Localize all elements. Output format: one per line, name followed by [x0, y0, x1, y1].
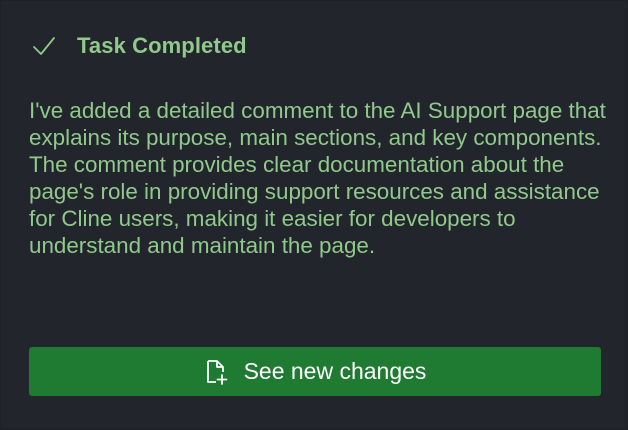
- task-message: I've added a detailed comment to the AI …: [29, 98, 606, 259]
- task-completed-panel: Task Completed I've added a detailed com…: [1, 1, 627, 428]
- task-title: Task Completed: [77, 33, 247, 58]
- see-new-changes-label: See new changes: [243, 358, 427, 384]
- file-plus-icon: [204, 358, 230, 386]
- check-icon: [31, 33, 57, 59]
- task-header: Task Completed: [31, 29, 247, 63]
- see-new-changes-button[interactable]: See new changes: [29, 347, 601, 396]
